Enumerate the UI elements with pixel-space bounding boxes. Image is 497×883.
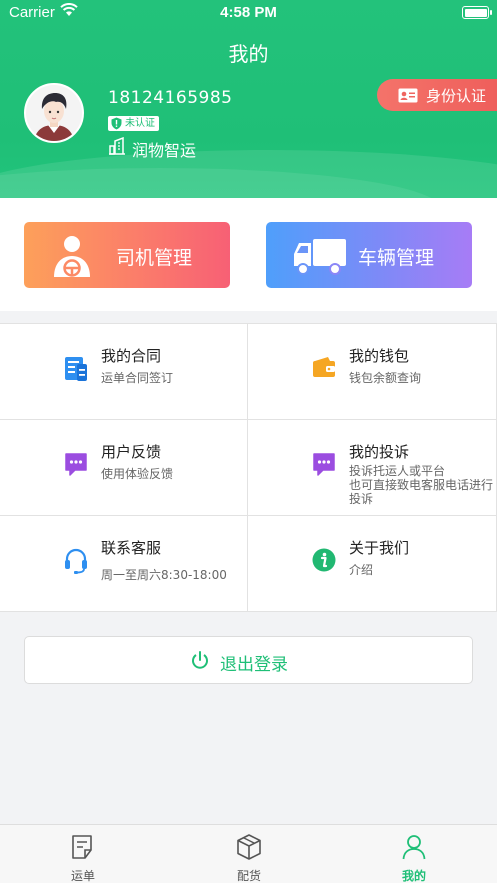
item-subtitle: 投诉托运人或平台 也可直接致电客服电话进行投诉: [349, 464, 494, 506]
driver-management-card[interactable]: 司机管理: [24, 222, 230, 288]
identity-verify-label: 身份认证: [426, 87, 487, 105]
status-bar: Carrier 4:58 PM: [0, 0, 497, 26]
tab-waybill[interactable]: 运单: [0, 825, 166, 883]
about-us-item[interactable]: 关于我们 介绍: [248, 516, 497, 612]
building-icon: [108, 136, 126, 159]
vehicle-management-card[interactable]: 车辆管理: [266, 222, 472, 288]
management-cards-panel: 司机管理 车辆管理: [0, 198, 497, 311]
contract-icon: [64, 356, 88, 386]
tab-bar: 运单 配货 我的: [0, 824, 497, 883]
id-card-icon: [398, 88, 418, 107]
page-title: 我的: [228, 42, 269, 66]
avatar[interactable]: [24, 83, 84, 143]
logout-label: 退出登录: [220, 655, 288, 675]
battery-icon: [462, 6, 492, 19]
chat-icon: [312, 452, 336, 480]
clock: 4:58 PM: [220, 4, 277, 21]
item-title: 关于我们: [349, 539, 410, 557]
verification-status-label: 未认证: [125, 118, 155, 129]
verification-status-badge: 未认证: [108, 116, 159, 131]
company-name: 润物智运: [132, 141, 197, 160]
tab-cargo[interactable]: 配货: [166, 825, 332, 883]
my-complaint-item[interactable]: 我的投诉 投诉托运人或平台 也可直接致电客服电话进行投诉: [248, 420, 497, 516]
wallet-icon: [312, 356, 336, 382]
item-subtitle: 周一至周六8:30-18:00: [101, 568, 227, 582]
identity-verify-button[interactable]: 身份认证: [377, 79, 497, 111]
item-subtitle: 介绍: [349, 563, 374, 577]
tab-label: 配货: [236, 869, 261, 883]
headset-icon: [64, 548, 88, 578]
driver-management-label: 司机管理: [116, 247, 193, 269]
item-title: 我的钱包: [349, 347, 410, 365]
item-title: 联系客服: [101, 539, 162, 557]
item-subtitle: 运单合同签订: [101, 371, 174, 385]
item-title: 我的投诉: [349, 443, 410, 461]
logout-button[interactable]: 退出登录: [24, 636, 473, 684]
tab-mine[interactable]: 我的: [331, 825, 497, 883]
contact-service-item[interactable]: 联系客服 周一至周六8:30-18:00: [0, 516, 248, 612]
power-icon: [191, 651, 209, 674]
my-wallet-item[interactable]: 我的钱包 钱包余额查询: [248, 324, 497, 420]
tab-label: 我的: [401, 869, 426, 883]
my-contract-item[interactable]: 我的合同 运单合同签订: [0, 324, 248, 420]
item-subtitle: 使用体验反馈: [101, 467, 174, 481]
truck-icon: [293, 238, 347, 281]
user-feedback-item[interactable]: 用户反馈 使用体验反馈: [0, 420, 248, 516]
document-icon: [71, 834, 95, 863]
shield-icon: [111, 117, 122, 135]
person-icon: [402, 834, 426, 863]
item-subtitle: 钱包余额查询: [349, 371, 422, 385]
vehicle-management-label: 车辆管理: [358, 247, 435, 269]
chat-icon: [64, 452, 88, 480]
steering-wheel-driver-icon: [52, 235, 92, 282]
feature-grid: 我的合同 运单合同签订 我的钱包 钱包余额查询 用户反馈 使用体验反馈 我的投诉…: [0, 323, 497, 612]
box-icon: [237, 834, 261, 863]
info-icon: [312, 548, 336, 576]
item-title: 我的合同: [101, 347, 162, 365]
tab-label: 运单: [70, 869, 95, 883]
user-phone: 18124165985: [108, 88, 233, 108]
item-title: 用户反馈: [101, 443, 162, 461]
